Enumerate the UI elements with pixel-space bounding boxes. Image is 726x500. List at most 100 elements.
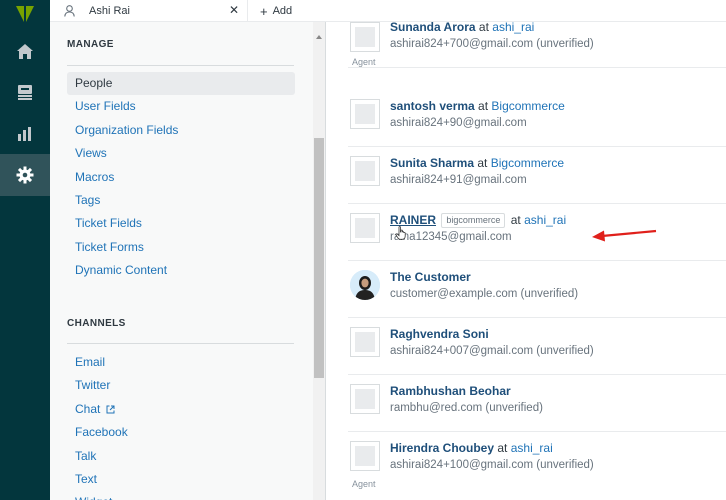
annotation-arrow-icon bbox=[592, 229, 657, 242]
org-link[interactable]: ashi_rai bbox=[524, 213, 566, 227]
user-name[interactable]: Raghvendra Soni bbox=[390, 327, 489, 341]
nav-item-chat-label: Chat bbox=[75, 401, 101, 416]
tab-title: Ashi Rai bbox=[89, 5, 130, 17]
list-item[interactable]: Sunita Sharma at Bigcommerce ashirai824+… bbox=[348, 147, 726, 204]
nav-reporting[interactable] bbox=[0, 113, 50, 154]
list-item[interactable]: Agent Hirendra Choubey at ashi_rai ashir… bbox=[348, 432, 726, 489]
user-name-line: Raghvendra Soni bbox=[390, 327, 489, 341]
user-email: ashirai824+007@gmail.com (unverified) bbox=[390, 345, 594, 357]
avatar bbox=[350, 441, 380, 471]
manage-list: People User Fields Organization Fields V… bbox=[67, 72, 295, 283]
org-link[interactable]: ashi_rai bbox=[492, 22, 534, 34]
nav-item-organization-fields[interactable]: Organization Fields bbox=[67, 119, 295, 142]
user-name-line: Hirendra Choubey at ashi_rai bbox=[390, 441, 553, 455]
list-item[interactable]: Rambhushan Beohar rambhu@red.com (unveri… bbox=[348, 375, 726, 432]
list-item[interactable]: Agent Sunanda Arora at ashi_rai ashirai8… bbox=[348, 22, 726, 68]
user-name-line: Sunanda Arora at ashi_rai bbox=[390, 22, 534, 34]
divider bbox=[67, 65, 294, 66]
zendesk-logo-icon bbox=[16, 6, 34, 22]
user-name[interactable]: Hirendra Choubey bbox=[390, 441, 494, 455]
divider bbox=[67, 343, 294, 344]
user-name-line: The Customer bbox=[390, 270, 471, 284]
nav-admin[interactable] bbox=[0, 154, 50, 196]
nav-item-people[interactable]: People bbox=[67, 72, 295, 96]
role-label: Agent bbox=[352, 57, 376, 67]
org-link[interactable]: Bigcommerce bbox=[491, 156, 564, 170]
home-icon bbox=[17, 44, 33, 59]
user-email: raina12345@gmail.com bbox=[390, 231, 512, 243]
user-email: ashirai824+700@gmail.com (unverified) bbox=[390, 38, 594, 50]
user-name[interactable]: Sunanda Arora bbox=[390, 22, 476, 34]
nav-item-email[interactable]: Email bbox=[67, 351, 295, 374]
nav-item-macros[interactable]: Macros bbox=[67, 166, 295, 189]
user-name[interactable]: santosh verma bbox=[390, 99, 475, 113]
at-label: at bbox=[478, 99, 489, 113]
nav-item-ticket-forms[interactable]: Ticket Forms bbox=[67, 236, 295, 259]
user-tab[interactable]: Ashi Rai ✕ bbox=[50, 0, 248, 22]
admin-nav-panel: MANAGE People User Fields Organization F… bbox=[50, 22, 326, 500]
nav-item-widget[interactable]: Widget bbox=[67, 491, 295, 500]
role-label: Agent bbox=[352, 479, 376, 489]
user-email: ashirai824+100@gmail.com (unverified) bbox=[390, 459, 594, 471]
nav-item-dynamic-content[interactable]: Dynamic Content bbox=[67, 259, 295, 282]
org-badge: bigcommerce bbox=[441, 213, 506, 229]
nav-views[interactable] bbox=[0, 72, 50, 113]
product-rail bbox=[0, 0, 50, 500]
zendesk-logo[interactable] bbox=[0, 0, 50, 28]
at-label: at bbox=[510, 213, 521, 227]
org-link[interactable]: ashi_rai bbox=[511, 441, 553, 455]
external-link-icon bbox=[106, 405, 115, 414]
user-name-line: Rambhushan Beohar bbox=[390, 384, 511, 398]
user-name-line: Sunita Sharma at Bigcommerce bbox=[390, 156, 564, 170]
nav-item-ticket-fields[interactable]: Ticket Fields bbox=[67, 212, 295, 235]
nav-home[interactable] bbox=[0, 31, 50, 72]
channels-list: Email Twitter Chat Facebook Talk Text Wi… bbox=[67, 351, 295, 500]
scrollbar-thumb[interactable] bbox=[314, 138, 324, 378]
user-email: rambhu@red.com (unverified) bbox=[390, 402, 543, 414]
user-name[interactable]: Sunita Sharma bbox=[390, 156, 474, 170]
avatar bbox=[350, 270, 380, 300]
admin-settings-icon bbox=[16, 166, 34, 184]
avatar bbox=[350, 99, 380, 129]
at-label: at bbox=[477, 156, 488, 170]
nav-item-text[interactable]: Text bbox=[67, 468, 295, 491]
scroll-up-arrow-icon[interactable] bbox=[316, 35, 322, 39]
at-label: at bbox=[478, 22, 489, 34]
user-name-line: santosh verma at Bigcommerce bbox=[390, 99, 565, 113]
people-list: Agent Sunanda Arora at ashi_rai ashirai8… bbox=[326, 22, 726, 500]
nav-item-tags[interactable]: Tags bbox=[67, 189, 295, 212]
user-email: ashirai824+91@gmail.com bbox=[390, 174, 527, 186]
user-name-line: RAINER bigcommerce at ashi_rai bbox=[390, 213, 566, 229]
list-item[interactable]: Raghvendra Soni ashirai824+007@gmail.com… bbox=[348, 318, 726, 375]
avatar bbox=[350, 327, 380, 357]
user-email: ashirai824+90@gmail.com bbox=[390, 117, 527, 129]
panel-scrollbar[interactable] bbox=[313, 22, 325, 500]
views-icon bbox=[18, 85, 32, 100]
nav-item-user-fields[interactable]: User Fields bbox=[67, 95, 295, 118]
nav-item-views[interactable]: Views bbox=[67, 142, 295, 165]
avatar bbox=[350, 156, 380, 186]
avatar bbox=[350, 384, 380, 414]
manage-section-title: MANAGE bbox=[67, 39, 114, 50]
nav-item-talk[interactable]: Talk bbox=[67, 445, 295, 468]
add-label: Add bbox=[272, 5, 293, 17]
user-name[interactable]: RAINER bbox=[390, 213, 436, 227]
nav-item-twitter[interactable]: Twitter bbox=[67, 374, 295, 397]
org-link[interactable]: Bigcommerce bbox=[491, 99, 564, 113]
list-item[interactable]: The Customer customer@example.com (unver… bbox=[348, 261, 726, 318]
user-icon bbox=[64, 5, 75, 17]
list-item[interactable]: santosh verma at Bigcommerce ashirai824+… bbox=[348, 90, 726, 147]
avatar bbox=[350, 22, 380, 52]
hand-cursor-icon bbox=[395, 226, 406, 240]
user-name[interactable]: The Customer bbox=[390, 270, 471, 284]
channels-section-title: CHANNELS bbox=[67, 318, 126, 329]
nav-item-chat[interactable]: Chat bbox=[67, 398, 295, 421]
user-name[interactable]: Rambhushan Beohar bbox=[390, 384, 511, 398]
at-label: at bbox=[497, 441, 508, 455]
plus-icon: + bbox=[260, 3, 268, 19]
nav-item-facebook[interactable]: Facebook bbox=[67, 421, 295, 444]
close-tab-icon[interactable]: ✕ bbox=[229, 4, 239, 16]
user-email: customer@example.com (unverified) bbox=[390, 288, 579, 300]
add-button[interactable]: + Add bbox=[260, 0, 292, 22]
reporting-icon bbox=[18, 126, 31, 141]
